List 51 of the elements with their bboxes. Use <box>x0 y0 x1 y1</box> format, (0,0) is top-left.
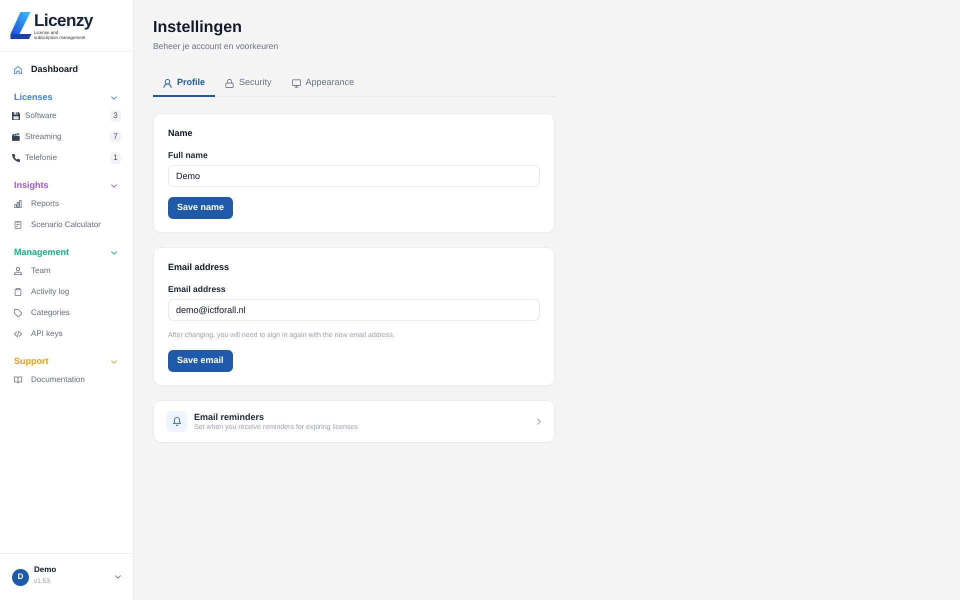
nav-item[interactable]: API keys <box>12 323 121 344</box>
count-badge: 3 <box>110 110 121 122</box>
calculator-icon <box>14 220 22 228</box>
open-book-icon <box>14 376 22 384</box>
count-badge: 7 <box>110 130 121 142</box>
text-field[interactable]: Demo <box>168 165 540 187</box>
tab[interactable]: Profile <box>153 71 216 97</box>
nav-item[interactable]: Streaming 7 <box>12 126 121 147</box>
phone-icon <box>12 154 20 162</box>
page-subtitle: Beheer je account en voorkeuren <box>153 40 280 52</box>
nav-item[interactable]: Team <box>12 260 121 281</box>
bar-chart-icon <box>14 200 22 208</box>
card-title: Email address <box>168 261 230 273</box>
page-title: Instellingen <box>153 18 243 38</box>
nav-item[interactable]: Telefonie 1 <box>12 147 121 168</box>
user-name: Demo <box>34 565 56 575</box>
count-badge: 1 <box>110 152 121 164</box>
field-label: Full name <box>168 149 208 161</box>
save-button[interactable]: Save email <box>168 350 233 372</box>
nav-item[interactable]: Documentation <box>12 369 121 390</box>
chevron-right-icon <box>537 418 541 425</box>
code-icon <box>14 330 22 338</box>
tab[interactable]: Appearance <box>282 71 364 97</box>
section-header[interactable]: Management <box>12 246 121 260</box>
clipboard-icon <box>14 288 22 296</box>
nav-item[interactable]: Software 3 <box>12 105 121 126</box>
field-label: Email address <box>168 283 226 295</box>
nav-item[interactable]: Scenario Calculator <box>12 214 121 235</box>
text-field[interactable]: demo@ictforall.nl <box>168 299 540 321</box>
user-avatar: D <box>12 568 29 586</box>
lock-icon <box>225 78 234 88</box>
monitor-icon <box>292 78 301 88</box>
section-header[interactable]: Licenses <box>12 91 121 105</box>
section-header[interactable]: Insights <box>12 179 121 193</box>
nav-item[interactable]: Activity log <box>12 281 121 302</box>
tab[interactable]: Security <box>215 71 282 97</box>
card-title: Name <box>168 127 193 139</box>
nav-item[interactable]: Categories <box>12 302 121 323</box>
clapperboard-icon <box>12 132 20 140</box>
logo-icon <box>10 12 32 39</box>
link-title: Email reminders <box>194 410 266 422</box>
home-icon <box>14 66 22 74</box>
tag-icon <box>14 308 22 316</box>
user-icon <box>163 78 172 88</box>
save-button[interactable]: Save name <box>168 197 234 219</box>
nav-item[interactable]: Reports <box>12 193 121 214</box>
brand-name: Licenzy <box>34 12 93 29</box>
person-icon <box>14 266 22 274</box>
chevron-down-icon[interactable] <box>115 575 121 579</box>
dashboard-link[interactable]: Dashboard <box>12 60 121 80</box>
bell-icon <box>166 411 187 432</box>
